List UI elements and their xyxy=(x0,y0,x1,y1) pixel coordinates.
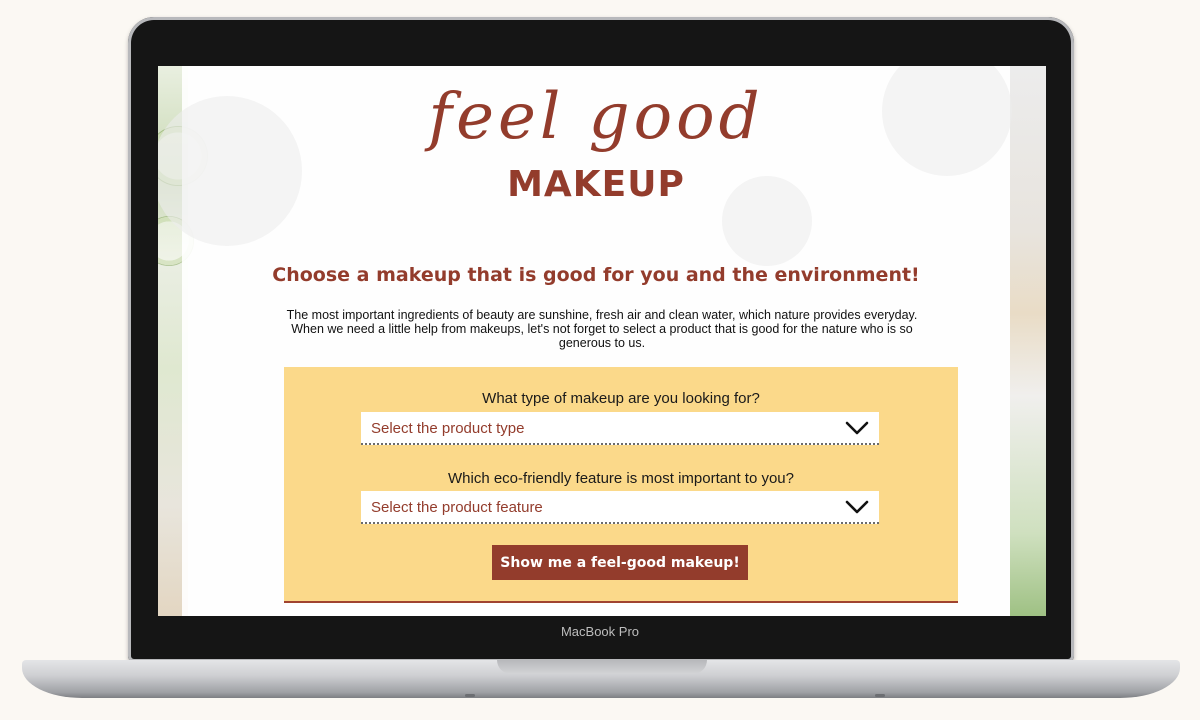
device-label: MacBook Pro xyxy=(560,624,640,639)
page-headline: Choose a makeup that is good for you and… xyxy=(272,264,920,286)
makeup-finder-form: What type of makeup are you looking for?… xyxy=(284,367,958,603)
laptop-screen: feel good MAKEUP Choose a makeup that is… xyxy=(158,66,1046,616)
laptop-foot-left xyxy=(465,694,475,697)
feature-question-label: Which eco-friendly feature is most impor… xyxy=(448,470,794,487)
chevron-down-icon xyxy=(845,421,869,435)
product-type-select[interactable]: Select the product type xyxy=(361,412,879,445)
type-question-label: What type of makeup are you looking for? xyxy=(482,390,760,407)
chevron-down-icon xyxy=(845,500,869,514)
logo-brand-title: MAKEUP xyxy=(507,164,685,205)
show-makeup-button[interactable]: Show me a feel-good makeup! xyxy=(492,545,748,580)
background-ingredients-right xyxy=(1010,66,1046,616)
laptop-notch xyxy=(497,660,707,674)
intro-text: The most important ingredients of beauty… xyxy=(286,308,918,350)
page-content: feel good MAKEUP Choose a makeup that is… xyxy=(158,66,1012,616)
laptop-foot-right xyxy=(875,694,885,697)
logo-script-title: feel good xyxy=(428,80,764,154)
product-type-select-value: Select the product type xyxy=(371,420,525,437)
product-feature-select[interactable]: Select the product feature xyxy=(361,491,879,524)
product-feature-select-value: Select the product feature xyxy=(371,499,543,516)
